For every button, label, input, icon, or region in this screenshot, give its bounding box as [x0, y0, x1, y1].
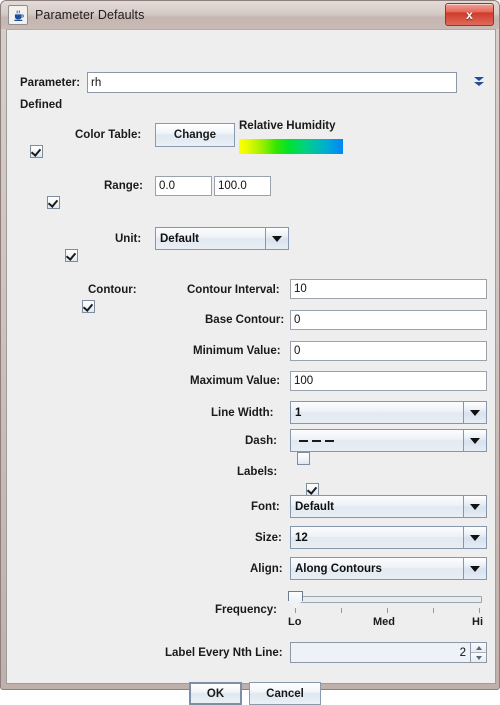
unit-checkbox[interactable]	[64, 249, 78, 262]
nth-line-value[interactable]: 2	[291, 643, 470, 662]
align-combo-value: Along Contours	[295, 562, 382, 575]
base-contour-label: Base Contour:	[205, 314, 285, 326]
change-color-table-button[interactable]: Change	[155, 123, 235, 147]
dash-checkbox[interactable]	[296, 452, 310, 465]
contour-interval-input[interactable]: 10	[290, 279, 487, 299]
slider-tick	[341, 608, 342, 613]
maximum-value-label: Maximum Value:	[190, 375, 281, 387]
window-title: Parameter Defaults	[35, 8, 145, 22]
size-combo-value: 12	[295, 531, 308, 544]
parameter-label: Parameter:	[20, 77, 81, 89]
font-combo-value: Default	[295, 500, 334, 513]
slider-tick-label-med: Med	[373, 616, 395, 628]
unit-combo-value: Default	[160, 232, 199, 245]
dash-label: Dash:	[245, 435, 277, 447]
slider-tick	[387, 608, 388, 613]
double-chevron-down-icon[interactable]	[473, 75, 487, 91]
line-width-label: Line Width:	[211, 407, 274, 419]
maximum-value-input[interactable]: 100	[290, 371, 487, 391]
contour-checkbox[interactable]	[82, 300, 96, 313]
labels-label: Labels:	[237, 466, 278, 478]
defined-label: Defined	[20, 99, 63, 111]
minimum-value-input[interactable]: 0	[290, 341, 487, 361]
spinner-down-icon[interactable]	[471, 652, 486, 662]
nth-line-label: Label Every Nth Line:	[165, 647, 283, 659]
minimum-value-label: Minimum Value:	[193, 345, 281, 357]
align-combo[interactable]: Along Contours	[290, 557, 487, 580]
slider-tick	[295, 608, 296, 613]
font-label: Font:	[251, 501, 280, 513]
font-combo[interactable]: Default	[290, 495, 487, 518]
close-button[interactable]: x	[445, 3, 494, 26]
ok-button[interactable]: OK	[189, 682, 242, 705]
range-min-input[interactable]: 0.0	[155, 176, 212, 196]
frequency-slider-thumb[interactable]	[287, 591, 303, 609]
frequency-slider-track[interactable]	[290, 596, 482, 603]
color-table-checkbox[interactable]	[30, 145, 43, 158]
size-combo[interactable]: 12	[290, 526, 487, 549]
dash-combo[interactable]	[290, 429, 487, 452]
chevron-down-icon[interactable]	[463, 430, 486, 451]
unit-label: Unit:	[115, 233, 142, 245]
cancel-button[interactable]: Cancel	[249, 682, 321, 705]
dash-preview-icon	[295, 439, 334, 442]
size-label: Size:	[255, 532, 282, 544]
parameter-input[interactable]: rh	[87, 72, 457, 93]
slider-tick	[479, 608, 480, 613]
dialog-content: Parameter: rh Defined Color Table: Chang…	[6, 29, 496, 705]
chevron-down-icon[interactable]	[463, 527, 486, 548]
line-width-combo[interactable]: 1	[290, 401, 487, 424]
range-checkbox[interactable]	[47, 196, 61, 209]
color-table-gradient	[239, 139, 343, 154]
slider-tick-label-hi: Hi	[472, 616, 483, 628]
contour-label: Contour:	[88, 284, 137, 296]
slider-tick	[433, 608, 434, 613]
align-label: Align:	[250, 563, 283, 575]
range-max-input[interactable]: 100.0	[214, 176, 271, 196]
spinner-up-icon[interactable]	[471, 643, 486, 652]
base-contour-input[interactable]: 0	[290, 310, 487, 330]
nth-line-spinner[interactable]: 2	[290, 642, 487, 663]
color-table-label: Color Table:	[75, 129, 142, 141]
line-width-combo-value: 1	[295, 406, 302, 419]
contour-interval-label: Contour Interval:	[187, 284, 280, 296]
unit-combo[interactable]: Default	[155, 227, 289, 250]
frequency-label: Frequency:	[215, 604, 277, 616]
title-bar[interactable]: Parameter Defaults x	[1, 1, 499, 29]
chevron-down-icon[interactable]	[463, 496, 486, 517]
color-table-name: Relative Humidity	[239, 120, 336, 132]
range-label: Range:	[104, 180, 143, 192]
close-icon: x	[466, 7, 473, 22]
chevron-down-icon[interactable]	[265, 228, 288, 249]
chevron-down-icon[interactable]	[463, 558, 486, 579]
dash-combo-value	[291, 430, 463, 451]
chevron-down-icon[interactable]	[463, 402, 486, 423]
slider-tick-label-lo: Lo	[288, 616, 302, 628]
dialog-window: Parameter Defaults x Parameter: rh Defin…	[0, 0, 500, 705]
java-coffee-cup-icon	[8, 5, 28, 25]
